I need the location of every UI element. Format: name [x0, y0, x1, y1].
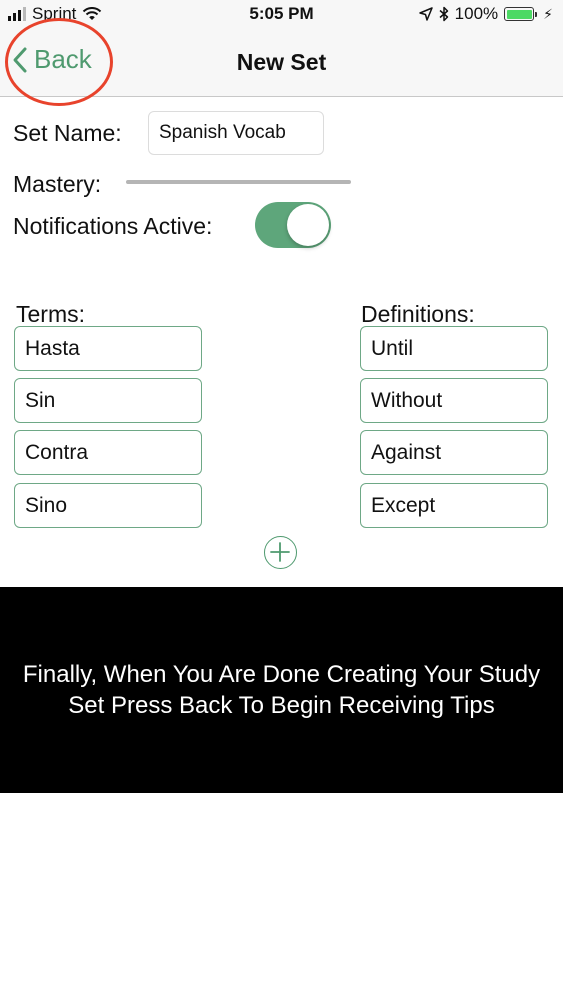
bluetooth-icon [439, 6, 448, 22]
definition-field[interactable] [360, 378, 548, 423]
term-field[interactable] [14, 430, 202, 475]
screen: Sprint 5:05 PM 100% ⚡︎ Back New Set Set … [0, 0, 563, 1000]
location-arrow-icon [418, 7, 433, 21]
set-name-label: Set Name: [13, 120, 122, 146]
definition-field[interactable] [360, 326, 548, 371]
add-row-button[interactable] [264, 536, 297, 569]
mastery-label: Mastery: [13, 171, 102, 197]
mastery-progress-bar [126, 180, 351, 184]
definition-field[interactable] [360, 483, 548, 528]
plus-circle-icon [270, 542, 290, 562]
set-name-input[interactable] [148, 111, 324, 155]
caption-banner: Finally, When You Are Done Creating Your… [0, 587, 563, 793]
definition-field[interactable] [360, 430, 548, 475]
notifications-label: Notifications Active: [13, 213, 213, 239]
term-field[interactable] [14, 378, 202, 423]
battery-icon [504, 7, 538, 21]
term-field[interactable] [14, 326, 202, 371]
battery-percent: 100% [454, 4, 499, 23]
terms-header: Terms: [16, 301, 85, 327]
page-title: New Set [236, 49, 327, 75]
notifications-toggle[interactable] [255, 202, 331, 248]
charging-bolt-icon: ⚡︎ [543, 5, 553, 22]
caption-text: Finally, When You Are Done Creating Your… [22, 660, 541, 719]
toggle-knob [287, 204, 329, 246]
definitions-header: Definitions: [361, 301, 475, 327]
status-right: 100% ⚡︎ [418, 4, 553, 24]
status-bar: Sprint 5:05 PM 100% ⚡︎ [0, 0, 563, 30]
navigation-bar: Back New Set [0, 30, 563, 97]
term-field[interactable] [14, 483, 202, 528]
